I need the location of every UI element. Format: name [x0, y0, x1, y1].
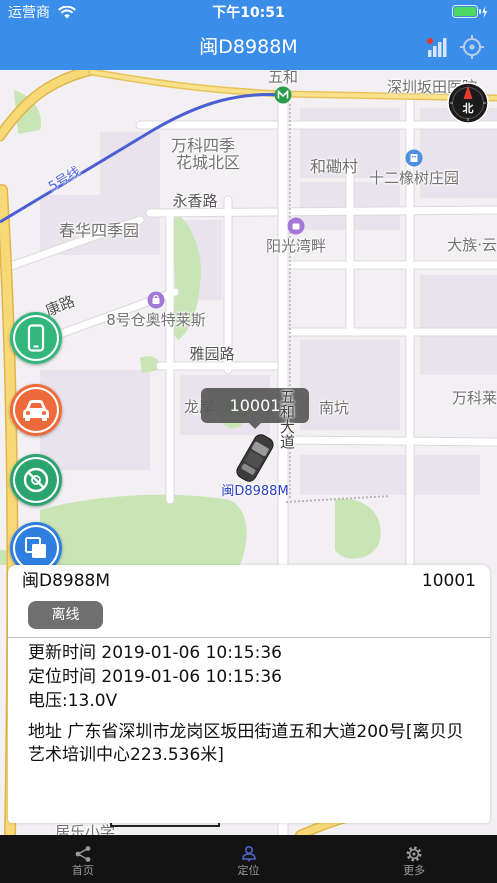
- gear-icon: [406, 846, 422, 862]
- map-label: 南坑: [318, 399, 350, 417]
- map-label: 春华四季园: [58, 221, 140, 240]
- road-label: 雅园路: [189, 345, 235, 363]
- shopping-bag-icon: [147, 291, 165, 309]
- vehicle-plate-label: 闽D8988M: [221, 484, 289, 499]
- map-label: 居乐小学: [54, 823, 116, 835]
- tab-label: 更多: [403, 864, 426, 877]
- tab-home[interactable]: 首页: [0, 835, 166, 883]
- tab-bar: 首页 定位 更多: [0, 835, 497, 883]
- card-divider: [8, 637, 490, 638]
- building-icon: [405, 149, 423, 167]
- map-label: 8号仓奥特莱斯: [106, 311, 206, 329]
- road-label-vertical: 五和大道: [278, 389, 296, 449]
- vehicle-info-card[interactable]: 闽D8988M 10001 离线 更新时间 2019-01-06 10:15:3…: [8, 565, 490, 823]
- card-plate: 闽D8988M: [22, 571, 111, 591]
- phone-icon: [27, 324, 45, 352]
- no-entry-icon: [23, 467, 49, 493]
- tab-more[interactable]: 更多: [331, 835, 497, 883]
- nav-bar: 运营商 下午10:51 闽D8988M: [0, 0, 497, 70]
- map-label: 五和: [267, 70, 299, 86]
- tab-label: 首页: [71, 864, 94, 877]
- card-device-id: 10001: [421, 571, 476, 591]
- signal-icon[interactable]: [425, 36, 449, 58]
- battery-icon: [452, 5, 488, 18]
- map-label: 万科莱: [451, 389, 497, 407]
- no-entry-button[interactable]: [10, 454, 62, 506]
- phone-button[interactable]: [10, 312, 62, 364]
- tab-locate[interactable]: 定位: [166, 835, 332, 883]
- map-label: 和磡村: [309, 157, 359, 176]
- map-label: 大族·云: [447, 236, 497, 254]
- road-label: 永香路: [172, 192, 218, 210]
- map-label: 十二橡树庄园: [368, 169, 460, 187]
- update-time: 更新时间 2019-01-06 10:15:36: [28, 643, 282, 663]
- card-info: 更新时间 2019-01-06 10:15:36 定位时间 2019-01-06…: [28, 641, 476, 767]
- car-top-view-icon[interactable]: [235, 430, 275, 486]
- page-title: 闽D8988M: [199, 36, 298, 58]
- map-label: 阳光湾畔: [265, 237, 327, 255]
- voltage: 电压:13.0V: [28, 691, 118, 711]
- car-icon: [23, 400, 49, 421]
- status-time: 下午10:51: [212, 5, 285, 21]
- status-badge: 离线: [28, 601, 103, 629]
- shop-icon: [287, 217, 305, 235]
- compass[interactable]: 北: [447, 82, 489, 124]
- status-carrier: 运营商: [8, 5, 50, 21]
- tab-label: 定位: [237, 864, 260, 877]
- address: 地址 广东省深圳市龙岗区坂田街道五和大道200号[离贝贝艺术培训中心223.53…: [28, 722, 464, 765]
- layers-icon: [25, 537, 46, 558]
- person-pin-icon: [241, 845, 256, 862]
- locate-icon[interactable]: [459, 34, 485, 60]
- charging-bolt-icon: [482, 6, 488, 18]
- share-icon: [75, 846, 91, 862]
- compass-north-label: 北: [462, 102, 474, 115]
- wifi-icon: [58, 6, 76, 19]
- car-button[interactable]: [10, 384, 62, 436]
- locate-time: 定位时间 2019-01-06 10:15:36: [28, 667, 282, 687]
- metro-station-icon: [274, 86, 292, 104]
- map-label: 花城北区: [175, 153, 241, 172]
